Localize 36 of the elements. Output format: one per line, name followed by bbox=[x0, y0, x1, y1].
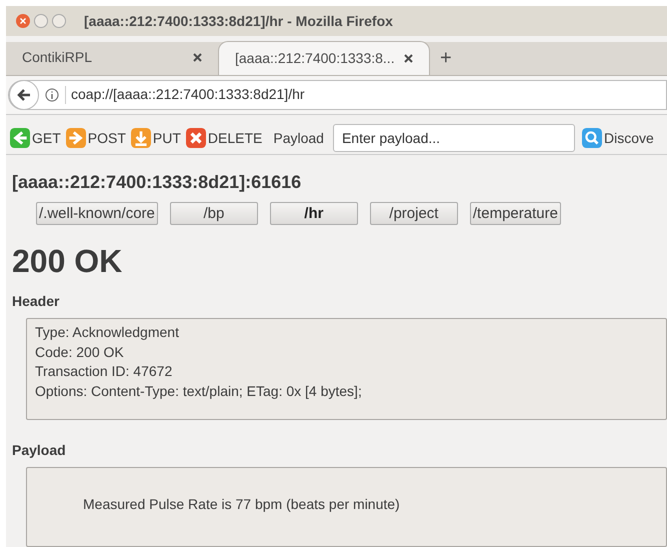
close-tab-icon[interactable] bbox=[193, 53, 202, 62]
header-line: Options: Content-Type: text/plain; ETag: 0x [4 bytes]; bbox=[35, 382, 363, 401]
window-title: [aaaa::212:7400:1333:8d21]/hr - Mozilla Firefox bbox=[84, 12, 393, 31]
info-icon[interactable] bbox=[45, 88, 59, 102]
payload-text: Measured Pulse Rate is 77 bpm (beats per minute) bbox=[83, 496, 400, 512]
status-heading: 200 OK bbox=[12, 242, 124, 281]
method-button[interactable]: PUT bbox=[130, 127, 181, 150]
url-bar[interactable]: coap://[aaaa::212:7400:1333:8d21]/hr bbox=[8, 80, 667, 110]
url-text: coap://[aaaa::212:7400:1333:8d21]/hr bbox=[71, 85, 305, 104]
resource-button[interactable]: /hr bbox=[270, 202, 358, 225]
method-button[interactable]: POST bbox=[66, 127, 126, 150]
header-line: Type: Acknowledgment bbox=[35, 323, 180, 342]
new-tab-button[interactable]: + bbox=[430, 40, 462, 75]
payload-field[interactable]: Enter payload... bbox=[332, 124, 575, 152]
browser-tab[interactable]: [aaaa::212:7400:1333:8... bbox=[218, 40, 430, 75]
resource-button[interactable]: /bp bbox=[170, 202, 258, 225]
back-arrow-icon bbox=[16, 86, 32, 103]
method-button[interactable]: GET bbox=[10, 127, 61, 150]
header-line: Code: 200 OK bbox=[35, 342, 125, 362]
close-icon bbox=[186, 127, 206, 150]
download-icon bbox=[130, 127, 151, 150]
section-title: Payload bbox=[12, 441, 67, 460]
search-icon bbox=[582, 127, 602, 150]
close-icon[interactable] bbox=[16, 14, 30, 28]
section-title: Header bbox=[12, 292, 60, 311]
back-button[interactable] bbox=[9, 80, 39, 110]
header-line: Transaction ID: 47672 bbox=[35, 362, 174, 381]
resource-button[interactable]: /temperature bbox=[470, 202, 561, 225]
browser-tab[interactable]: ContikiRPL bbox=[6, 40, 218, 75]
resource-button[interactable]: /project bbox=[370, 202, 458, 225]
method-button[interactable]: DELETE bbox=[186, 127, 262, 150]
discover-button[interactable]: Discove bbox=[582, 127, 654, 150]
close-tab-icon[interactable] bbox=[404, 54, 413, 63]
payload-label: Payload bbox=[273, 128, 324, 148]
host-address: [aaaa::212:7400:1333:8d21]:61616 bbox=[12, 171, 302, 194]
resource-button[interactable]: /.well-known/core bbox=[36, 202, 158, 225]
